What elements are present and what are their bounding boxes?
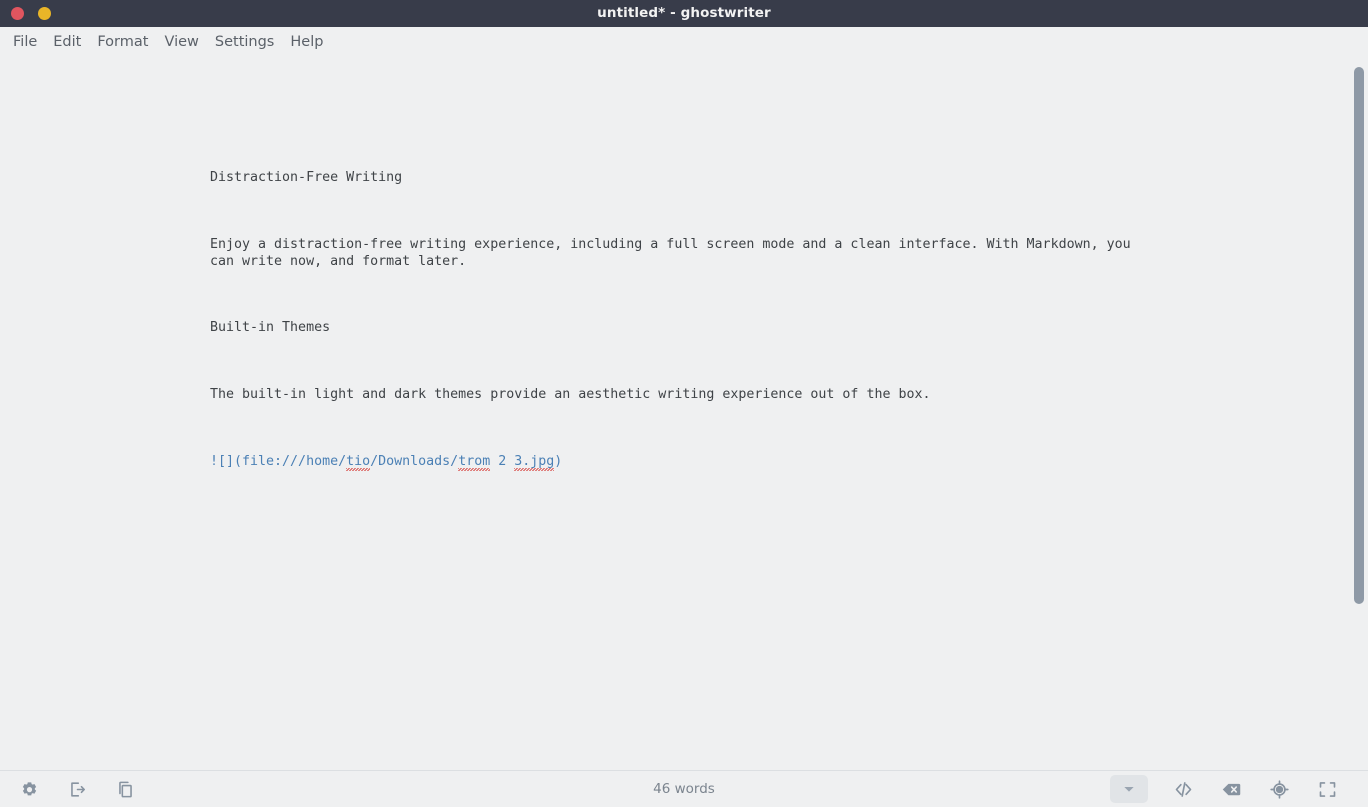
title-bar: untitled* - ghostwriter xyxy=(0,0,1368,27)
statusbar-right-tools xyxy=(1110,775,1358,803)
fullscreen-expand-icon xyxy=(1317,779,1338,800)
editor-area: Distraction-Free Writing Enjoy a distrac… xyxy=(0,59,1368,770)
documents-copy-button[interactable] xyxy=(112,776,138,802)
focus-mode-button[interactable] xyxy=(1266,776,1292,802)
vertical-scrollbar[interactable] xyxy=(1350,59,1368,770)
window-title: untitled* - ghostwriter xyxy=(597,5,771,21)
document-image-link-line: ![](file:///home/tio/Downloads/trom 2 3.… xyxy=(210,454,1135,471)
statusbar-left-tools xyxy=(10,776,138,802)
window-controls xyxy=(0,7,51,20)
link-suffix: ) xyxy=(554,453,563,469)
backspace-delete-icon xyxy=(1221,779,1242,800)
documents-copy-icon xyxy=(116,780,135,799)
link-mid-1: /Downloads/ xyxy=(370,453,459,469)
menu-item-settings[interactable]: Settings xyxy=(207,32,282,54)
link-prefix: ![](file:///home/ xyxy=(210,453,347,469)
focus-crosshair-icon xyxy=(1269,779,1290,800)
settings-gear-icon xyxy=(20,780,39,799)
status-bar: 46 words xyxy=(0,770,1368,807)
menu-item-format[interactable]: Format xyxy=(89,32,156,54)
menu-item-view[interactable]: View xyxy=(156,32,206,54)
document-heading-2: Built-in Themes xyxy=(210,320,331,336)
document-paragraph-1: Enjoy a distraction-free writing experie… xyxy=(210,236,1139,269)
document-paragraph-2: The built-in light and dark themes provi… xyxy=(210,387,931,403)
outline-export-icon xyxy=(68,780,87,799)
misspelled-word-trom: trom xyxy=(458,453,491,469)
misspelled-word-jpg: 3.jpg xyxy=(514,453,555,469)
close-window-button[interactable] xyxy=(11,7,24,20)
menu-item-file[interactable]: File xyxy=(5,32,45,54)
outline-export-button[interactable] xyxy=(64,776,90,802)
menu-item-help[interactable]: Help xyxy=(282,32,331,54)
full-screen-button[interactable] xyxy=(1314,776,1340,802)
misspelled-word-tio: tio xyxy=(346,453,371,469)
html-preview-button[interactable] xyxy=(1170,776,1196,802)
code-brackets-icon xyxy=(1173,779,1194,800)
ghostwriter-window: untitled* - ghostwriter File Edit Format… xyxy=(0,0,1368,807)
settings-gear-button[interactable] xyxy=(16,776,42,802)
markdown-editor[interactable]: Distraction-Free Writing Enjoy a distrac… xyxy=(0,59,1368,770)
document-heading-1: Distraction-Free Writing xyxy=(210,170,403,186)
clear-backspace-button[interactable] xyxy=(1218,776,1244,802)
link-mid-2: 2 xyxy=(490,453,515,469)
minimize-window-button[interactable] xyxy=(38,7,51,20)
scrollbar-thumb[interactable] xyxy=(1354,67,1364,604)
menu-item-edit[interactable]: Edit xyxy=(45,32,89,54)
menu-bar: File Edit Format View Settings Help xyxy=(0,27,1368,59)
hemingway-mode-button[interactable] xyxy=(1110,775,1148,803)
chevron-down-icon xyxy=(1121,781,1137,797)
